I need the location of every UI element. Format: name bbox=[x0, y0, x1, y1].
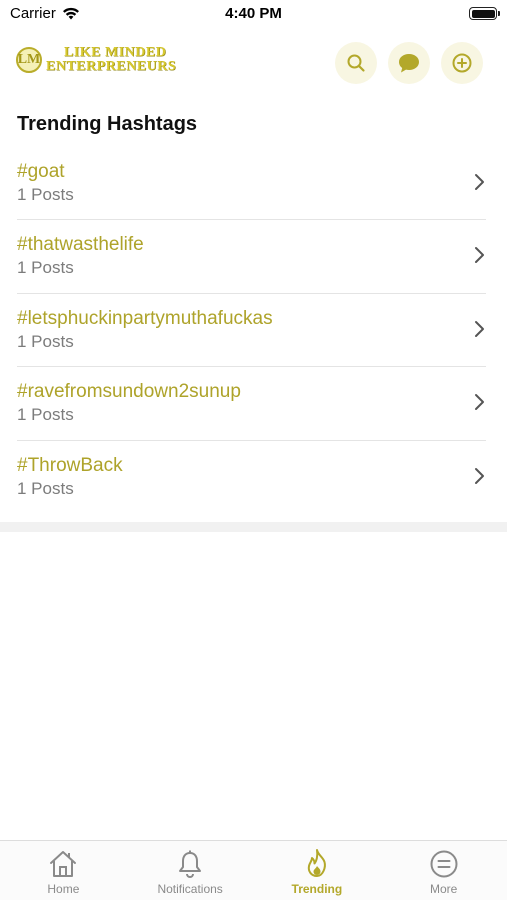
flame-icon bbox=[300, 848, 334, 880]
search-icon bbox=[347, 54, 365, 72]
page-title: Trending Hashtags bbox=[17, 113, 198, 135]
hashtag-post-count: 1 Posts bbox=[17, 478, 74, 498]
logo-line-2: ENTERPRENEURS bbox=[46, 59, 177, 74]
logo-text: LIKE MINDED ENTERPRENEURS bbox=[46, 46, 176, 74]
hashtag-row[interactable]: #goat 1 Posts bbox=[0, 146, 507, 219]
add-post-button[interactable] bbox=[441, 42, 483, 84]
bottom-tab-bar: Home Notifications Trending More bbox=[0, 840, 507, 900]
hashtag-row[interactable]: #letsphuckinpartymuthafuckas 1 Posts bbox=[0, 292, 507, 366]
chevron-right-icon bbox=[475, 247, 484, 264]
chevron-right-icon bbox=[475, 467, 484, 484]
home-icon bbox=[46, 848, 80, 880]
logo-mark: LM bbox=[16, 47, 42, 73]
hashtag-post-count: 1 Posts bbox=[17, 258, 74, 278]
header-actions bbox=[335, 42, 483, 84]
hashtag-name: #letsphuckinpartymuthafuckas bbox=[17, 307, 273, 329]
tab-home[interactable]: Home bbox=[0, 841, 127, 900]
tab-trending[interactable]: Trending bbox=[254, 841, 381, 900]
hashtag-post-count: 1 Posts bbox=[17, 331, 74, 351]
tab-notifications[interactable]: Notifications bbox=[127, 841, 254, 900]
hashtag-post-count: 1 Posts bbox=[17, 405, 74, 425]
hashtag-row[interactable]: #thatwasthelife 1 Posts bbox=[0, 219, 507, 292]
menu-circle-icon bbox=[427, 848, 461, 880]
status-bar: Carrier 4:40 PM bbox=[0, 0, 507, 28]
tab-more[interactable]: More bbox=[380, 841, 507, 900]
app-header: LM LIKE MINDED ENTERPRENEURS bbox=[0, 38, 507, 86]
tab-label: Home bbox=[47, 882, 80, 896]
chevron-right-icon bbox=[475, 394, 484, 411]
chat-bubble-icon bbox=[399, 54, 419, 73]
tab-label: More bbox=[429, 882, 458, 896]
chevron-right-icon bbox=[475, 174, 484, 190]
hashtag-post-count: 1 Posts bbox=[17, 185, 74, 204]
search-button[interactable] bbox=[335, 42, 377, 84]
battery-fill bbox=[471, 9, 495, 18]
tab-label: Notifications bbox=[157, 882, 223, 896]
hashtag-row[interactable]: #ravefromsundown2sunup 1 Posts bbox=[0, 366, 507, 439]
hashtag-name: #goat bbox=[17, 161, 65, 182]
messages-button[interactable] bbox=[388, 42, 430, 84]
tab-label: Trending bbox=[291, 882, 343, 896]
hashtag-row[interactable]: #ThrowBack 1 Posts bbox=[0, 439, 507, 513]
hashtag-list: #goat 1 Posts #thatwasthelife 1 Posts #l… bbox=[0, 146, 507, 513]
status-time: 4:40 PM bbox=[225, 5, 282, 22]
hashtag-name: #ravefromsundown2sunup bbox=[17, 381, 241, 403]
hashtag-name: #ThrowBack bbox=[17, 454, 123, 476]
add-circle-icon bbox=[452, 53, 472, 73]
battery-icon bbox=[469, 7, 500, 20]
bell-icon bbox=[173, 848, 207, 880]
section-divider bbox=[0, 522, 507, 532]
hashtag-name: #thatwasthelife bbox=[17, 234, 144, 256]
logo-line-1: LIKE MINDED bbox=[64, 45, 167, 60]
chevron-right-icon bbox=[475, 320, 484, 337]
app-logo[interactable]: LM LIKE MINDED ENTERPRENEURS bbox=[16, 46, 176, 74]
